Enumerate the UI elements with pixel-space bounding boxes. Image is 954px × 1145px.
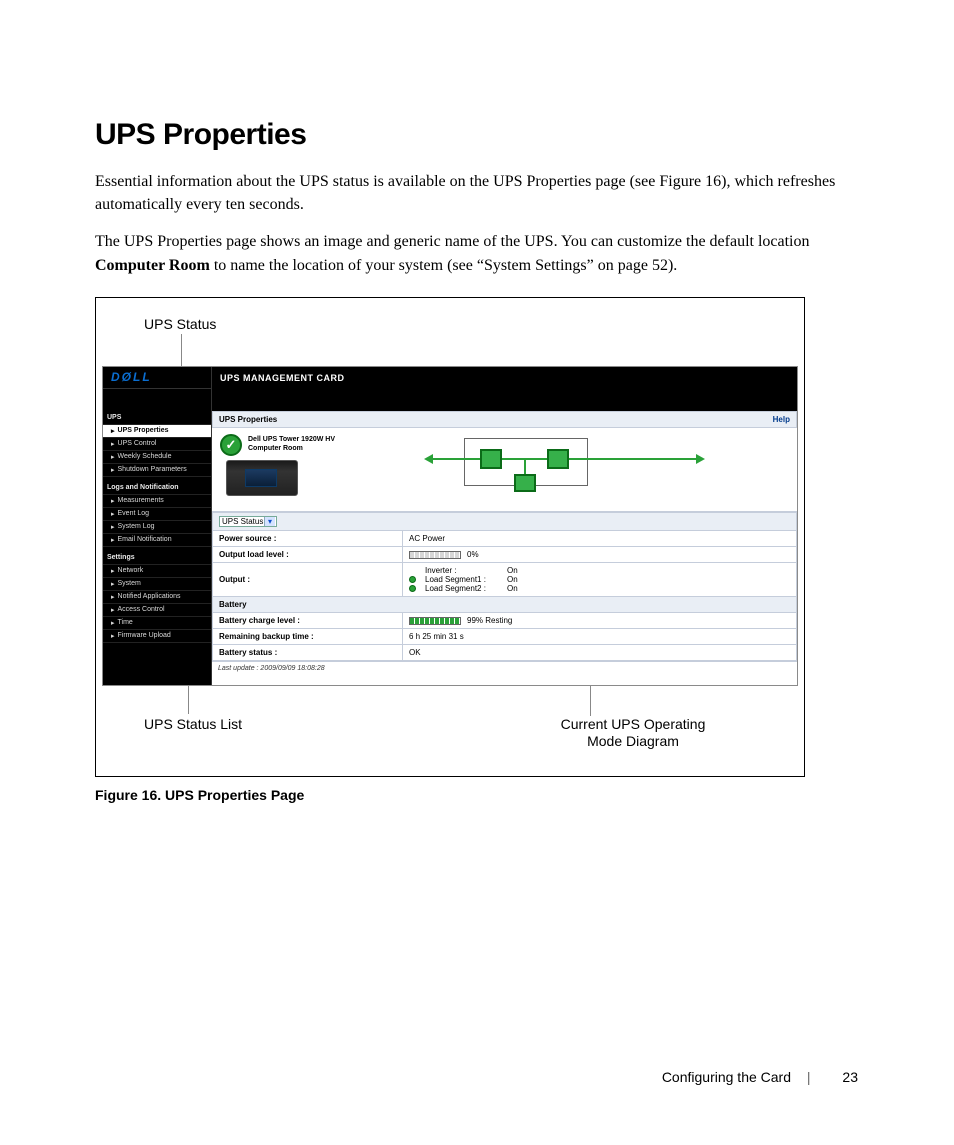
row-output-load: Output load level : 0% (213, 546, 797, 562)
para2-a: The UPS Properties page shows an image a… (95, 233, 810, 250)
output-load-label: Output load level : (213, 546, 403, 562)
ups-model: Dell UPS Tower 1920W HV (248, 436, 335, 444)
annotation-mode-l2: Mode Diagram (587, 733, 679, 749)
nav-network[interactable]: ▸Network (103, 565, 211, 578)
charge-label: Battery charge level : (213, 612, 403, 628)
power-source-label: Power source : (213, 530, 403, 546)
row-backup: Remaining backup time : 6 h 25 min 31 s (213, 628, 797, 644)
nav-email-notif[interactable]: ▸Email Notification (103, 534, 211, 547)
footer-separator: | (807, 1069, 811, 1085)
row-power-source: Power source : AC Power (213, 530, 797, 546)
figure-container: UPS Status UPS Status List Current UPS O… (95, 297, 805, 777)
nav-ups-control[interactable]: ▸UPS Control (103, 438, 211, 451)
status-dot-icon (409, 576, 416, 583)
figure-caption: Figure 16. UPS Properties Page (95, 787, 859, 803)
main-panel: UPS MANAGEMENT CARD UPS Properties Help … (211, 367, 797, 685)
last-update: Last update : 2009/09/09 18:08:28 (212, 661, 797, 675)
nav-group-logs: Logs and Notification (103, 481, 211, 495)
nav-notified-apps[interactable]: ▸Notified Applications (103, 591, 211, 604)
battery-header: Battery (213, 596, 797, 612)
charge-value: 99% Resting (403, 612, 797, 628)
ups-photo (226, 460, 298, 496)
ups-name-block: Dell UPS Tower 1920W HV Computer Room (248, 436, 335, 453)
annotation-mode-l1: Current UPS Operating (561, 716, 706, 732)
batt-status-label: Battery status : (213, 644, 403, 660)
diagram-node-rectifier (480, 449, 502, 469)
status-table: UPS Status Power source : AC Power Outpu… (212, 512, 797, 661)
power-source-value: AC Power (403, 530, 797, 546)
page-heading: UPS Properties (95, 118, 859, 152)
diagram-node-inverter (547, 449, 569, 469)
nav-shutdown-params[interactable]: ▸Shutdown Parameters (103, 464, 211, 477)
ups-status-select[interactable]: UPS Status (219, 516, 277, 527)
nav-event-log[interactable]: ▸Event Log (103, 508, 211, 521)
operating-mode-diagram (402, 428, 797, 511)
intro-paragraph-1: Essential information about the UPS stat… (95, 170, 859, 216)
annotation-ups-status: UPS Status (144, 316, 216, 334)
info-strip: ✓ Dell UPS Tower 1920W HV Computer Room (212, 428, 797, 512)
panel-titlebar: UPS Properties Help (212, 411, 797, 428)
nav-weekly-schedule[interactable]: ▸Weekly Schedule (103, 451, 211, 464)
output-load-value: 0% (403, 546, 797, 562)
help-link[interactable]: Help (773, 415, 790, 424)
output-label: Output : (213, 562, 403, 596)
arrow-left-icon (424, 454, 433, 464)
mgmt-card-header: UPS MANAGEMENT CARD (212, 367, 797, 389)
footer-page-number: 23 (842, 1069, 858, 1085)
nav-measurements[interactable]: ▸Measurements (103, 495, 211, 508)
nav-access-control[interactable]: ▸Access Control (103, 604, 211, 617)
ups-location: Computer Room (248, 445, 335, 453)
screenshot: DØLL UPS ▸UPS Properties ▸UPS Control ▸W… (102, 366, 798, 686)
batt-status-value: OK (403, 644, 797, 660)
annotation-ups-status-list: UPS Status List (144, 716, 242, 734)
arrow-right-icon (696, 454, 705, 464)
row-output: Output : Inverter :On Load Segment1 :On … (213, 562, 797, 596)
para2-b: to name the location of your system (see… (210, 257, 677, 274)
status-dot-icon (409, 585, 416, 592)
panel-title-text: UPS Properties (219, 415, 277, 424)
load-bar-icon (409, 551, 461, 559)
charge-bar-icon (409, 617, 461, 625)
nav-ups-properties[interactable]: ▸UPS Properties (103, 425, 211, 438)
row-batt-status: Battery status : OK (213, 644, 797, 660)
backup-label: Remaining backup time : (213, 628, 403, 644)
output-value: Inverter :On Load Segment1 :On Load Segm… (403, 562, 797, 596)
status-ok-icon: ✓ (220, 434, 242, 456)
page-footer: Configuring the Card | 23 (662, 1069, 858, 1085)
nav-group-settings: Settings (103, 551, 211, 565)
nav-group-ups: UPS (103, 411, 211, 425)
ups-identity: ✓ Dell UPS Tower 1920W HV Computer Room (212, 428, 402, 511)
dell-logo: DØLL (103, 367, 211, 389)
nav-system-log[interactable]: ▸System Log (103, 521, 211, 534)
nav-time[interactable]: ▸Time (103, 617, 211, 630)
footer-section: Configuring the Card (662, 1069, 791, 1085)
sidebar: DØLL UPS ▸UPS Properties ▸UPS Control ▸W… (103, 367, 211, 685)
backup-value: 6 h 25 min 31 s (403, 628, 797, 644)
annotation-mode-diagram: Current UPS Operating Mode Diagram (548, 716, 718, 751)
row-charge: Battery charge level : 99% Resting (213, 612, 797, 628)
para2-bold: Computer Room (95, 257, 210, 274)
intro-paragraph-2: The UPS Properties page shows an image a… (95, 230, 859, 276)
nav-system[interactable]: ▸System (103, 578, 211, 591)
nav-firmware[interactable]: ▸Firmware Upload (103, 630, 211, 643)
diagram-node-battery (514, 474, 536, 492)
